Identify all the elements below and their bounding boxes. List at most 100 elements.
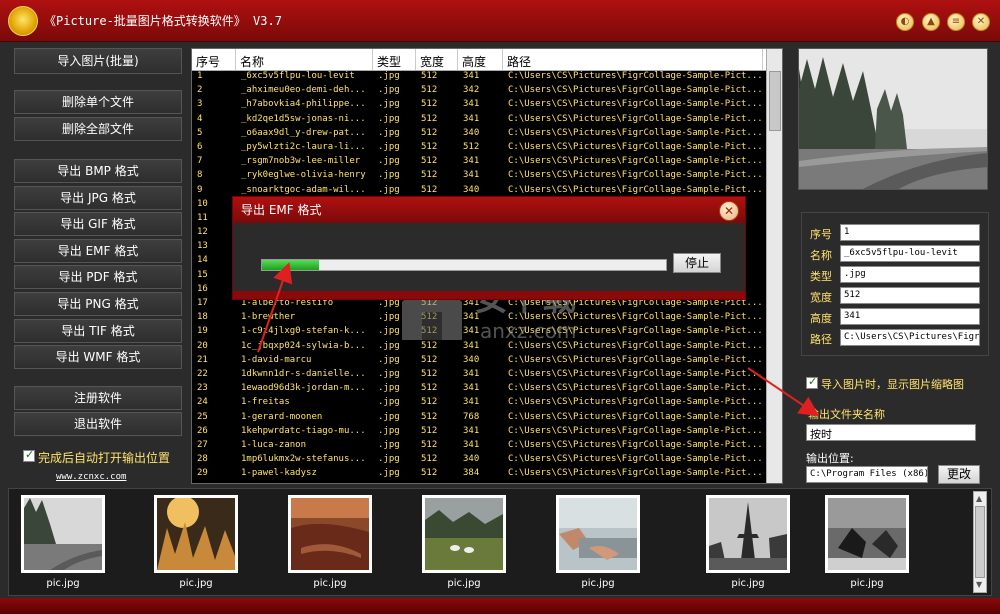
close-icon[interactable]: ✕ (719, 201, 739, 221)
scroll-up-icon[interactable]: ▲ (976, 494, 984, 504)
thumbnail-6[interactable] (706, 495, 790, 573)
thumbnail-label-6: pic.jpg (731, 578, 765, 589)
cell-name: 1ewaod96d3k-jordan-m... (241, 383, 366, 394)
export-emf-button[interactable]: 导出 EMF 格式 (14, 239, 182, 263)
cell-path: C:\Users\CS\Pictures\FigrCollage-Sample-… (508, 383, 763, 394)
website-link[interactable]: www.zcnxc.com (56, 472, 126, 482)
info-index-field[interactable]: 1 (840, 224, 980, 241)
table-row[interactable]: 6 _py5wlzti2c-laura-li... .jpg 512 512 C:\Use… (192, 142, 782, 156)
close-window-icon[interactable]: ✕ (972, 13, 990, 31)
cell-width: 512 (421, 170, 438, 181)
export-wmf-button[interactable]: 导出 WMF 格式 (14, 345, 182, 369)
thumbnail-label-2: pic.jpg (179, 578, 213, 589)
cell-path: C:\Users\CS\Pictures\FigrCollage-Sample-… (508, 99, 763, 110)
cell-width: 512 (421, 354, 438, 365)
cell-name: 1-pawel-kadysz (241, 468, 317, 479)
thumbnail-1[interactable] (21, 495, 105, 573)
scroll-down-icon[interactable]: ▼ (976, 580, 984, 590)
cell-index: 17 (197, 298, 208, 308)
table-row[interactable]: 8 _ryk0eglwe-olivia-henry .jpg 512 341 C:\Use… (192, 170, 782, 184)
cell-index: 12 (197, 227, 208, 238)
header-height[interactable]: 高度 (458, 49, 503, 70)
cell-name: 1c_jbqxp024-sylwia-b... (241, 340, 366, 351)
thumbnail-3[interactable] (288, 495, 372, 573)
thumbnail-label-4: pic.jpg (447, 578, 481, 589)
cell-height: 340 (463, 127, 480, 138)
table-row[interactable]: 27 1-luca-zanon .jpg 512 341 C:\Users\CS\Pict… (192, 440, 782, 454)
table-row[interactable]: 1 _6xc5v5flpu-lou-levit .jpg 512 341 C:\Users… (192, 71, 782, 85)
cell-height: 341 (463, 71, 480, 81)
table-row[interactable]: 29 1-pawel-kadysz .jpg 512 384 C:\Users\CS\Pi… (192, 468, 782, 482)
register-button[interactable]: 注册软件 (14, 386, 182, 410)
table-row[interactable]: 3 _h7abovkia4-philippe... .jpg 512 341 C:\Use… (192, 99, 782, 113)
delete-single-button[interactable]: 删除单个文件 (14, 90, 182, 114)
table-row[interactable]: 7 _rsgm7nob3w-lee-miller .jpg 512 341 C:\User… (192, 156, 782, 170)
cell-path: C:\Users\CS\Pictures\FigrCollage-Sample-… (508, 468, 763, 479)
header-name[interactable]: 名称 (236, 49, 373, 70)
cell-width: 512 (421, 454, 438, 465)
thumbnail-2[interactable] (154, 495, 238, 573)
cell-index: 15 (197, 269, 208, 280)
delete-all-button[interactable]: 删除全部文件 (14, 117, 182, 141)
info-label-index: 序号 (810, 228, 832, 241)
thumbnail-7[interactable] (825, 495, 909, 573)
show-thumbnail-checkbox[interactable] (806, 375, 818, 389)
cell-path: C:\Users\CS\Pictures\FigrCollage-Sample-… (508, 85, 763, 96)
table-row[interactable]: 23 1ewaod96d3k-jordan-m... .jpg 512 341 C:\Us… (192, 383, 782, 397)
cell-index: 8 (197, 170, 203, 181)
header-width[interactable]: 宽度 (416, 49, 458, 70)
table-row[interactable]: 28 1mp6lukmx2w-stefanus... .jpg 512 340 C:\Us… (192, 454, 782, 468)
table-row[interactable]: 2 _ahximeu0eo-demi-deh... .jpg 512 342 C:\Use… (192, 85, 782, 99)
output-location-input[interactable]: C:\Program Files (x86) (806, 466, 928, 483)
table-row[interactable]: 24 1-freitas .jpg 512 341 C:\Users\CS\Picture… (192, 397, 782, 411)
header-index[interactable]: 序号 (192, 49, 236, 70)
info-type-field[interactable]: .jpg (840, 266, 980, 283)
stop-button[interactable]: 停止 (673, 253, 721, 273)
export-tif-button[interactable]: 导出 TIF 格式 (14, 319, 182, 343)
cell-name: 1-freitas (241, 397, 290, 408)
export-pdf-button[interactable]: 导出 PDF 格式 (14, 265, 182, 289)
cell-name: 1-david-marcu (241, 354, 312, 365)
cell-type: .jpg (378, 113, 400, 124)
folder-name-input[interactable]: 按时 (806, 424, 976, 441)
table-row[interactable]: 4 _kd2qe1d5sw-jonas-ni... .jpg 512 341 C:\Use… (192, 114, 782, 128)
export-png-button[interactable]: 导出 PNG 格式 (14, 292, 182, 316)
cell-path: C:\Users\CS\Pictures\FigrCollage-Sample-… (508, 454, 763, 465)
thumbnail-5[interactable] (556, 495, 640, 573)
scroll-thumb[interactable] (769, 71, 781, 131)
app-title: 《Picture-批量图片格式转换软件》 V3.7 (44, 14, 282, 28)
minimize-icon[interactable]: ≡ (947, 13, 965, 31)
cell-height: 341 (463, 383, 480, 394)
export-bmp-button[interactable]: 导出 BMP 格式 (14, 159, 182, 183)
table-row[interactable]: 22 1dkwnn1dr-s-danielle... .jpg 512 341 C:\Us… (192, 369, 782, 383)
header-path[interactable]: 路径 (503, 49, 763, 70)
cell-path: C:\Users\CS\Pictures\FigrCollage-Sample-… (508, 113, 763, 124)
thumbnail-road-image (24, 498, 102, 570)
thumbnail-4[interactable] (422, 495, 506, 573)
change-button[interactable]: 更改 (938, 465, 980, 484)
table-row[interactable]: 26 1kehpwrdatc-tiago-mu... .jpg 512 341 C:\Us… (192, 426, 782, 440)
exit-button[interactable]: 退出软件 (14, 412, 182, 436)
auto-open-checkbox[interactable] (23, 448, 35, 462)
info-width-field[interactable]: 512 (840, 287, 980, 304)
gallery-scrollbar[interactable]: ▲ ▼ (973, 491, 987, 593)
cell-height: 341 (463, 99, 480, 110)
gallery-scroll-thumb[interactable] (975, 506, 985, 578)
table-scrollbar[interactable] (766, 49, 782, 483)
info-name-field[interactable]: _6xc5v5flpu-lou-levit (840, 245, 980, 262)
export-gif-button[interactable]: 导出 GIF 格式 (14, 212, 182, 236)
info-path-field[interactable]: C:\Users\CS\Pictures\FigrC (840, 329, 980, 346)
header-type[interactable]: 类型 (373, 49, 416, 70)
menu-icon[interactable]: ▲ (922, 13, 940, 31)
table-row[interactable]: 25 1-gerard-moonen .jpg 512 768 C:\Users\CS\P… (192, 412, 782, 426)
table-row[interactable]: 5 _o6aax9dl_y-drew-pat... .jpg 512 340 C:\Use… (192, 128, 782, 142)
table-row[interactable]: 21 1-david-marcu .jpg 512 340 C:\Users\CS\Pic… (192, 355, 782, 369)
import-images-button[interactable]: 导入图片(批量) (14, 48, 182, 74)
info-height-field[interactable]: 341 (840, 308, 980, 325)
cell-height: 342 (463, 85, 480, 96)
cell-width: 512 (421, 368, 438, 379)
cell-width: 512 (421, 425, 438, 436)
cell-height: 341 (463, 397, 480, 408)
export-jpg-button[interactable]: 导出 JPG 格式 (14, 186, 182, 210)
skin-icon[interactable]: ◐ (896, 13, 914, 31)
